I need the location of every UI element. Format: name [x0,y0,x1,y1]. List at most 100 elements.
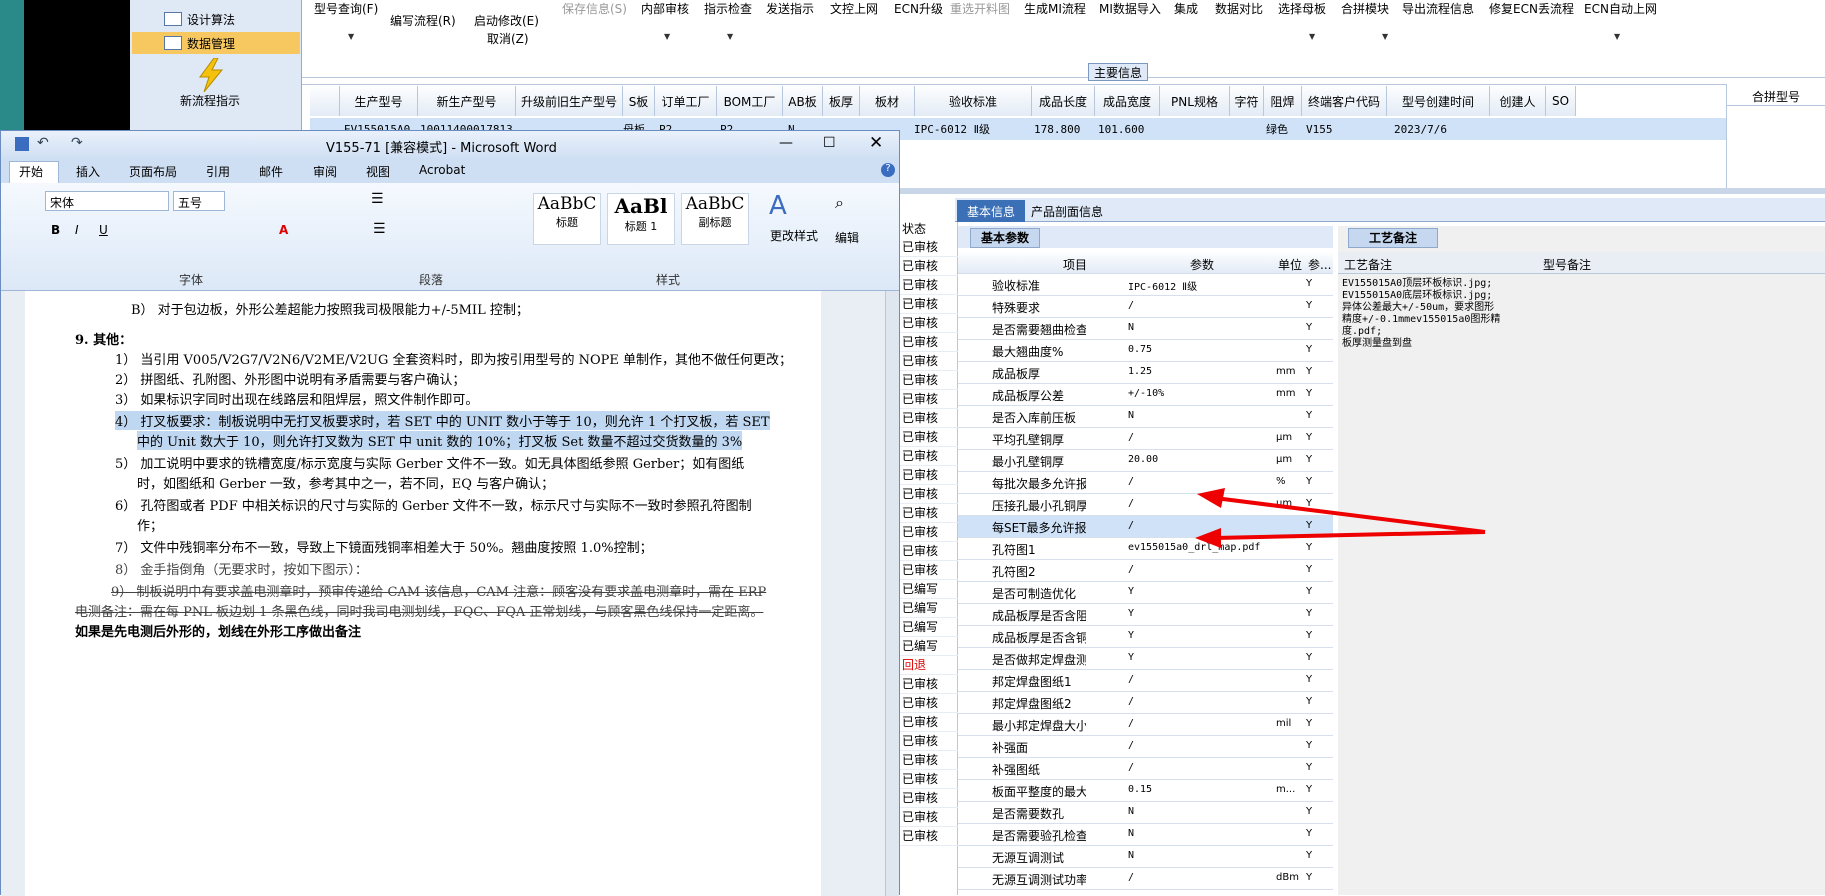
tab-acrobat[interactable]: Acrobat [419,163,465,177]
close-icon[interactable]: ✕ [869,133,883,153]
table-row[interactable]: 是否需要验孔检查 N Y [958,824,1333,846]
status-item[interactable]: 已审核 [900,504,958,523]
table-row[interactable]: 验收标准 IPC-6012 Ⅱ级 Y [958,274,1333,296]
table-row[interactable]: 邦定焊盘图纸1 / Y [958,670,1333,692]
lightning-icon[interactable] [196,57,226,93]
grid-header[interactable]: 成品宽度 [1095,86,1160,116]
ecn-upgrade-button[interactable]: ECN升级 [894,0,943,17]
compare-button[interactable]: 数据对比 [1215,0,1263,17]
grid-cell[interactable]: IPC-6012 Ⅱ级 [914,118,990,140]
status-item[interactable]: 已审核 [900,447,958,466]
param-v[interactable]: Y [1128,586,1288,597]
status-item[interactable]: 已编写 [900,599,958,618]
internal-review-button[interactable]: 内部审核 [641,0,689,17]
integrate-button[interactable]: 集成 [1174,0,1198,17]
save-info-button[interactable]: 保存信息(S) [562,0,627,17]
tab-home[interactable]: 开始 [19,163,43,180]
col-unit-header[interactable]: 单位 [1278,256,1302,273]
font-color-icon[interactable]: A [279,223,288,237]
param-v[interactable]: 0.15 [1128,784,1288,795]
status-item[interactable]: 已审核 [900,276,958,295]
underline-icon[interactable]: U [99,223,108,237]
table-row[interactable]: 补强面 / Y [958,736,1333,758]
status-item[interactable]: 已审核 [900,390,958,409]
grid-cell[interactable]: 101.600 [1098,118,1144,140]
param-v[interactable]: Y [1128,608,1288,619]
dropdown-arrow-icon[interactable]: ▼ [348,32,354,41]
grid-cell[interactable]: 2023/7/6 [1394,118,1447,140]
grid-header[interactable]: 新生产型号 [418,86,516,116]
dropdown-arrow-icon[interactable]: ▼ [664,32,670,41]
param-v[interactable]: N [1128,806,1288,817]
grid-header[interactable]: 升级前旧生产型号 [516,86,623,116]
redo-icon[interactable]: ↷ [71,135,83,151]
font-size-select[interactable]: 五号 [173,191,225,211]
edit-button[interactable]: 编辑 [835,229,859,246]
table-row[interactable]: 邦定焊盘图纸2 / Y [958,692,1333,714]
status-item[interactable]: 已审核 [900,542,958,561]
table-row[interactable]: 是否可制造优化 Y Y [958,582,1333,604]
table-row[interactable]: 孔符图2 / Y [958,560,1333,582]
param-v[interactable]: / [1128,762,1288,773]
tab-review[interactable]: 审阅 [313,163,337,180]
status-item[interactable]: 已审核 [900,713,958,732]
start-modify-button[interactable]: 启动修改(E) [474,12,539,29]
col-extra-header[interactable]: 参... [1308,256,1331,273]
grid-header[interactable]: 订单工厂 [655,86,717,116]
param-v[interactable]: Y [1128,630,1288,641]
table-row[interactable]: 平均孔壁铜厚 / μm Y [958,428,1333,450]
param-v[interactable]: IPC-6012 Ⅱ级 [1128,278,1288,293]
grid-header[interactable]: 板厚 [823,86,860,116]
status-item[interactable]: 已审核 [900,466,958,485]
grid-header[interactable]: 型号创建时间 [1387,86,1490,116]
table-row[interactable]: 成品板厚是否含阻焊 Y Y [958,604,1333,626]
minimize-icon[interactable]: — [779,135,793,151]
dropdown-arrow-icon[interactable]: ▼ [727,32,733,41]
table-row[interactable]: 补强图纸 / Y [958,758,1333,780]
tab-layout[interactable]: 页面布局 [129,163,177,180]
status-item[interactable]: 已审核 [900,352,958,371]
table-row[interactable]: 是否需要翘曲检查 N Y [958,318,1333,340]
status-item[interactable]: 已审核 [900,409,958,428]
status-item[interactable]: 已审核 [900,314,958,333]
param-v[interactable]: +/-10% [1128,388,1288,399]
grid-header[interactable]: 生产型号 [340,86,418,116]
status-item[interactable]: 已审核 [900,789,958,808]
table-row[interactable]: 无源互调测试功率 / dBm Y [958,868,1333,890]
check-instruction-button[interactable]: 指示检查 [704,0,752,17]
grid-header[interactable]: 成品长度 [1032,86,1095,116]
style-title[interactable]: AaBbC 标题 [533,193,601,245]
send-instruction-button[interactable]: 发送指示 [766,0,814,17]
craft-col1[interactable]: 工艺备注 [1344,256,1392,273]
param-v[interactable]: 1.25 [1128,366,1288,377]
table-row[interactable]: 特殊要求 / Y [958,296,1333,318]
tab-references[interactable]: 引用 [206,163,230,180]
help-icon[interactable]: ? [881,163,895,177]
status-item[interactable]: 已审核 [900,751,958,770]
param-v[interactable]: / [1128,300,1288,311]
status-item[interactable]: 已审核 [900,770,958,789]
param-v[interactable]: N [1128,828,1288,839]
ecn-auto-online-button[interactable]: ECN自动上网 [1584,0,1657,17]
grid-header[interactable]: 字符 [1230,86,1264,116]
align-left-icon[interactable]: ☰ [373,221,386,237]
doc-control-online-button[interactable]: 文控上网 [830,0,878,17]
basic-params-title[interactable]: 基本参数 [970,228,1040,248]
status-item[interactable]: 已编写 [900,580,958,599]
table-row[interactable]: 板面平整度的最大极差 0.15m... Y [958,780,1333,802]
grid-cell[interactable]: 绿色 [1266,118,1288,140]
nav-data-management[interactable]: 数据管理 [132,32,300,54]
mi-import-button[interactable]: MI数据导入 [1099,0,1161,17]
param-v[interactable]: / [1128,674,1288,685]
tab-product-section[interactable]: 产品剖面信息 [1031,203,1103,220]
status-item[interactable]: 已审核 [900,238,958,257]
status-item[interactable]: 已审核 [900,257,958,276]
status-item[interactable]: 回退 [900,656,958,675]
param-v[interactable]: / [1128,432,1288,443]
generate-mi-button[interactable]: 生成MI流程 [1024,0,1086,17]
table-row[interactable]: 最小孔壁铜厚 20.00 μm Y [958,450,1333,472]
bold-icon[interactable]: B [51,223,60,237]
grid-header[interactable]: PNL规格 [1160,86,1230,116]
craft-title[interactable]: 工艺备注 [1348,228,1438,248]
select-mother-board-button[interactable]: 选择母板 [1278,0,1326,17]
